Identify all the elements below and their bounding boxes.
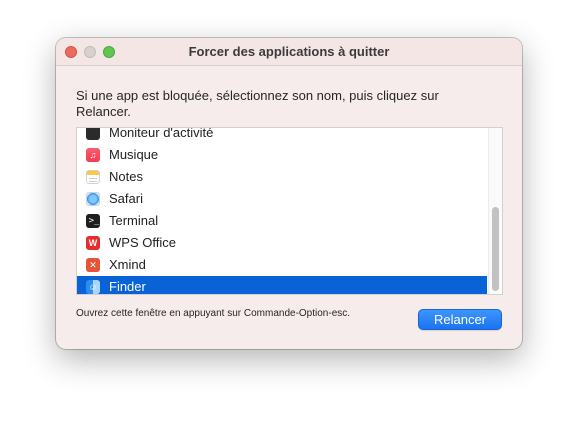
app-list-rows: Moniteur d'activité ♫ Musique Notes Safari >_…	[77, 127, 487, 294]
app-row-label: Musique	[109, 147, 159, 162]
window-title: Forcer des applications à quitter	[188, 44, 390, 59]
shortcut-hint: Ouvrez cette fenêtre en appuyant sur Com…	[76, 308, 351, 319]
app-row[interactable]: ♫ Musique	[77, 144, 487, 166]
app-row[interactable]: Safari	[77, 188, 487, 210]
app-row-label: Notes	[109, 169, 143, 184]
app-list-scrollbar[interactable]	[488, 128, 502, 294]
app-row[interactable]: ☺ Finder	[77, 276, 487, 294]
app-row[interactable]: W WPS Office	[77, 232, 487, 254]
app-row-label: Terminal	[109, 213, 159, 228]
music-icon: ♫	[86, 148, 100, 162]
app-row[interactable]: ✕ Xmind	[77, 254, 487, 276]
app-row-label: WPS Office	[109, 235, 176, 250]
title-bar: Forcer des applications à quitter	[56, 38, 522, 66]
terminal-icon: >_	[86, 214, 100, 228]
wps-office-icon: W	[86, 236, 100, 250]
app-row[interactable]: Notes	[77, 166, 487, 188]
app-row-label: Xmind	[109, 257, 146, 272]
xmind-icon: ✕	[86, 258, 100, 272]
scrollbar-thumb[interactable]	[492, 207, 499, 291]
activity-monitor-icon	[86, 128, 100, 140]
notes-icon	[86, 170, 100, 184]
safari-icon	[86, 192, 100, 206]
force-quit-window: Forcer des applications à quitter Si une…	[56, 38, 522, 349]
relaunch-button[interactable]: Relancer	[418, 309, 502, 330]
finder-icon: ☺	[86, 280, 100, 294]
instruction-text: Si une app est bloquée, sélectionnez son…	[76, 88, 439, 119]
app-row-label: Finder	[109, 279, 146, 294]
app-row-label: Moniteur d'activité	[109, 127, 214, 140]
app-row[interactable]: >_ Terminal	[77, 210, 487, 232]
app-row[interactable]: Moniteur d'activité	[77, 127, 487, 144]
app-row-label: Safari	[109, 191, 143, 206]
app-list[interactable]: Moniteur d'activité ♫ Musique Notes Safari >_…	[76, 127, 503, 295]
